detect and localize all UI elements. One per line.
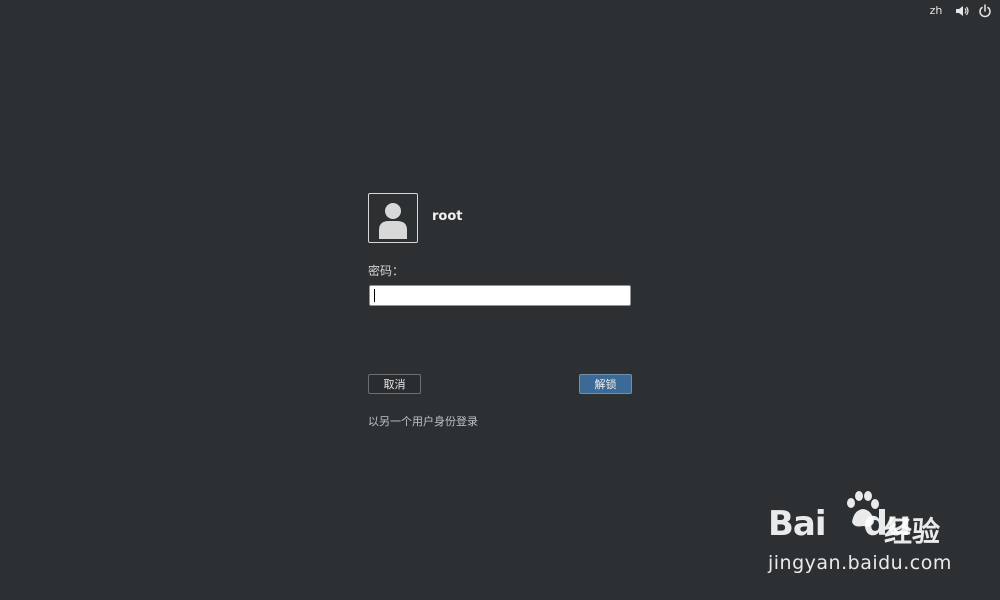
unlock-button[interactable]: 解锁 — [579, 374, 632, 394]
watermark-url: jingyan.baidu.com — [768, 552, 952, 574]
watermark-brand-cn: 经验 — [884, 515, 941, 548]
power-icon[interactable] — [978, 3, 992, 18]
cancel-button[interactable]: 取消 — [368, 374, 421, 394]
paw-logo-icon — [842, 490, 882, 530]
text-caret — [374, 289, 375, 302]
baidu-watermark: Bai du 经验 jingyan.baidu.com — [768, 490, 958, 585]
username-label: root — [432, 209, 463, 224]
volume-icon[interactable] — [955, 3, 969, 17]
language-indicator[interactable]: zh — [926, 4, 946, 17]
user-avatar-icon — [369, 203, 417, 246]
login-as-other-user-link[interactable]: 以另一个用户身份登录 — [368, 413, 478, 429]
password-label: 密码： — [368, 264, 405, 278]
password-input[interactable] — [369, 285, 631, 306]
user-avatar — [368, 193, 418, 243]
